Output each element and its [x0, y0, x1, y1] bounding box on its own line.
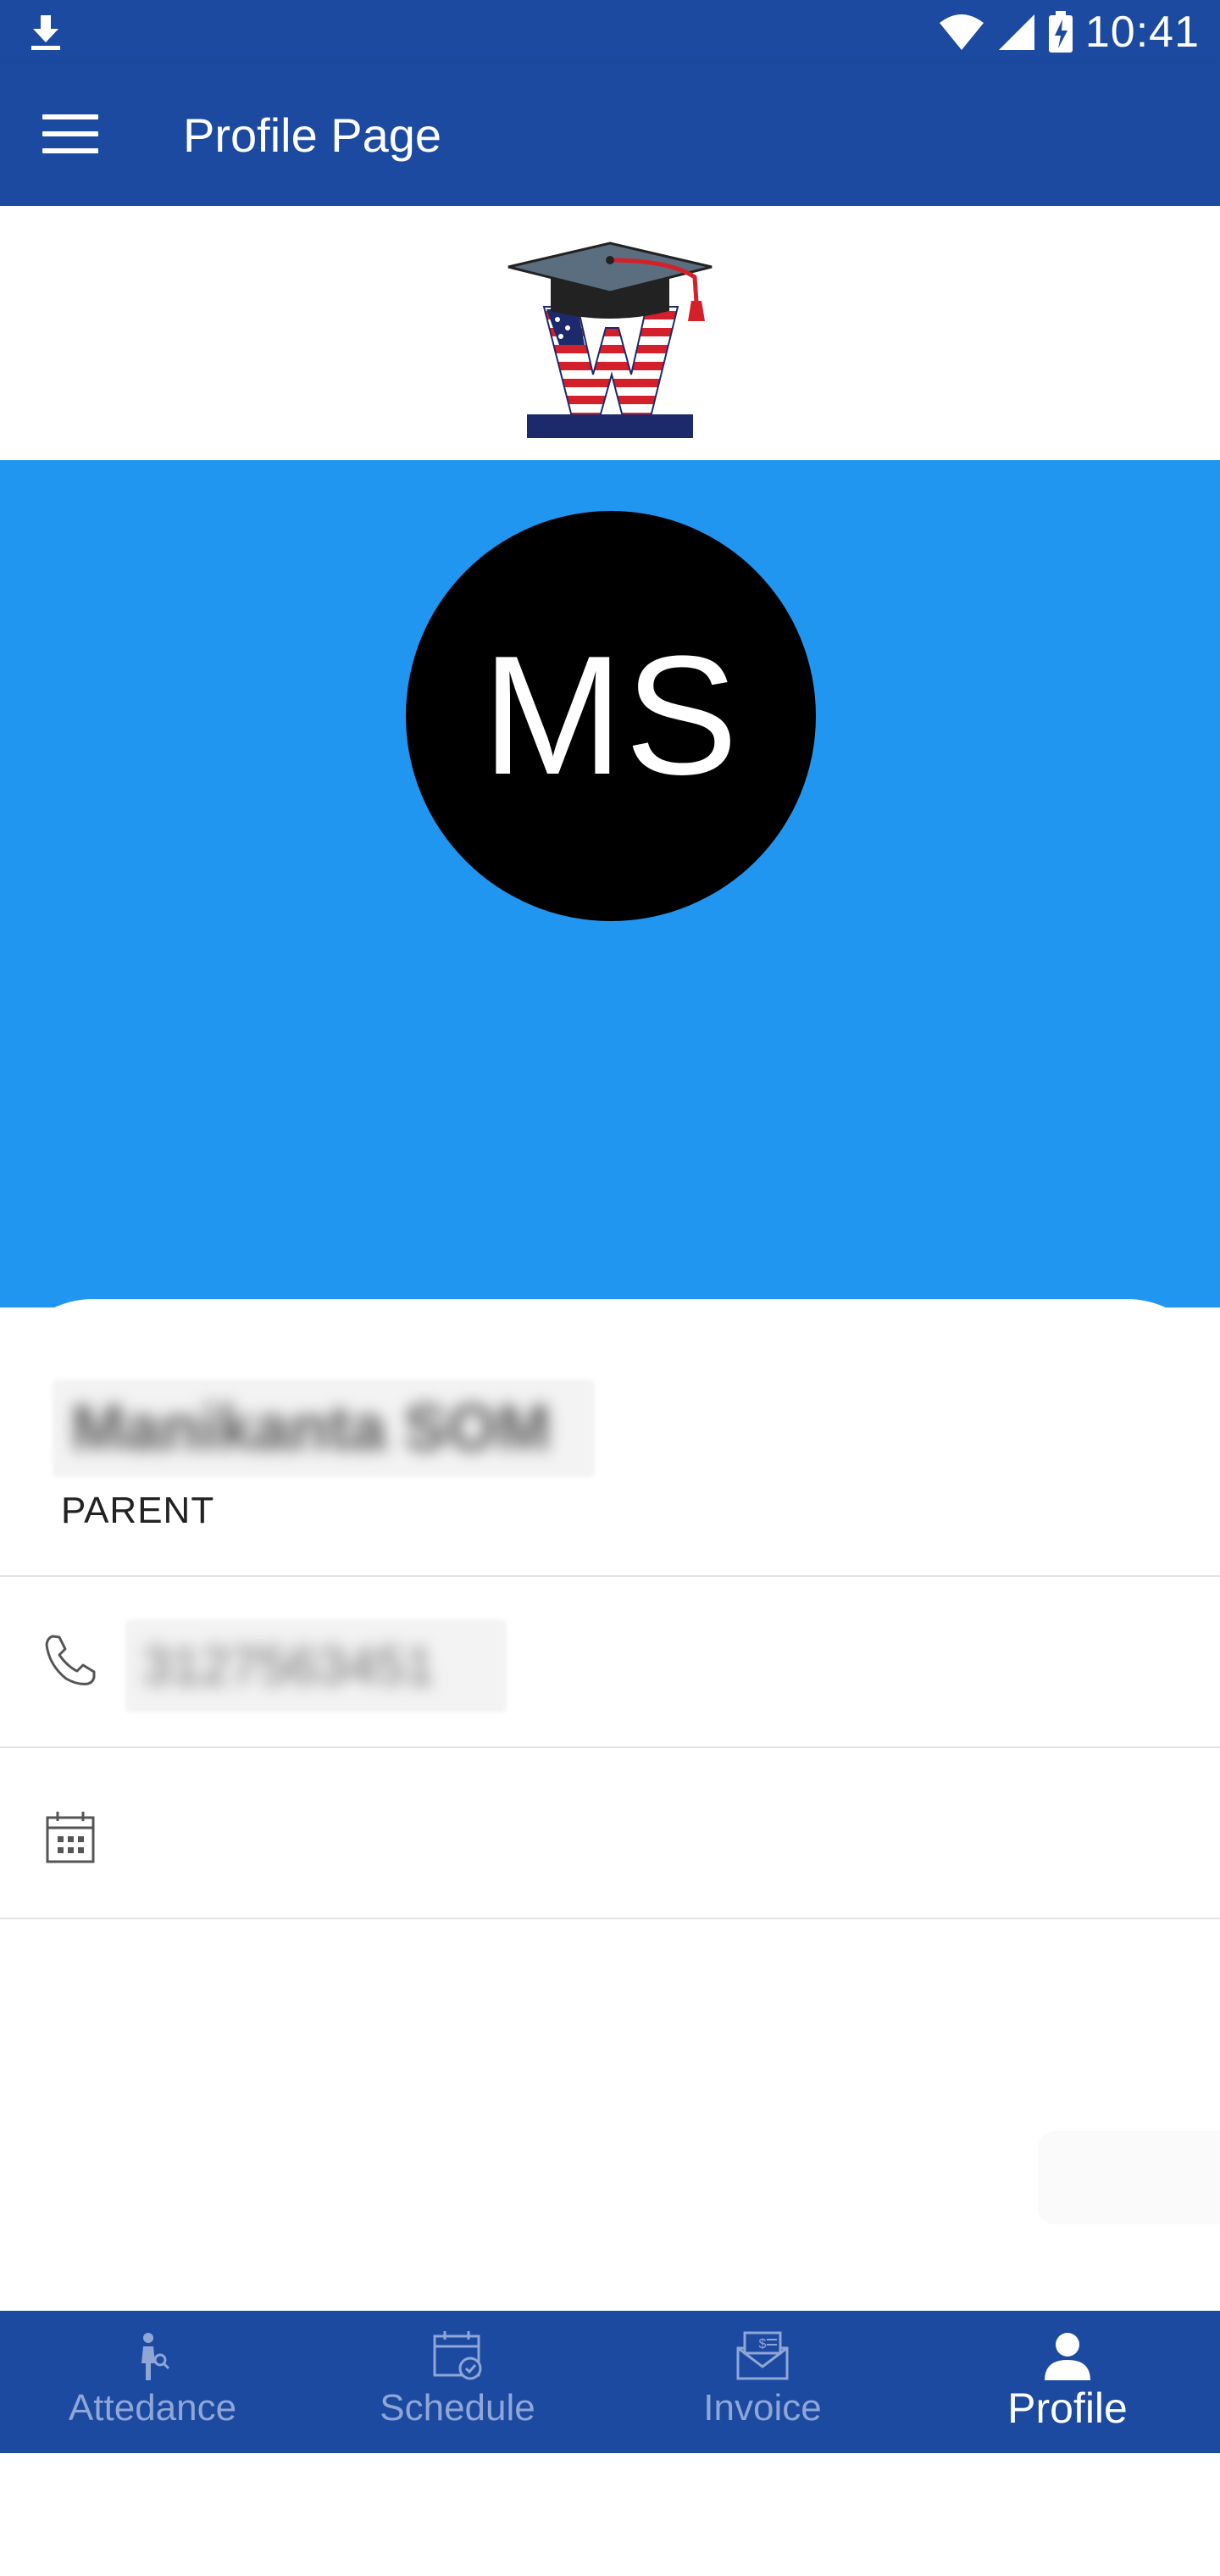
- floating-tab: [1038, 2131, 1220, 2224]
- invoice-icon: $: [736, 2331, 789, 2380]
- nav-profile[interactable]: Profile: [915, 2311, 1220, 2453]
- status-bar: 10:41: [0, 0, 1220, 64]
- logo-area: [0, 206, 1220, 460]
- hamburger-menu-icon[interactable]: [42, 114, 98, 155]
- nav-label: Profile: [1007, 2384, 1128, 2432]
- phone-row: 3127563451: [0, 1577, 1220, 1746]
- avatar: MS: [406, 511, 816, 921]
- profile-name-text: Manikanta SOM: [71, 1392, 551, 1464]
- profile-name: Manikanta SOM: [53, 1380, 595, 1477]
- profile-role: PARENT: [61, 1490, 215, 1531]
- divider: [0, 1918, 1220, 1919]
- wifi-icon: [939, 14, 984, 50]
- nav-label: Attedance: [68, 2387, 237, 2429]
- cell-signal-icon: [998, 14, 1034, 50]
- nav-attendance[interactable]: Attedance: [0, 2311, 305, 2453]
- svg-text:$: $: [759, 2337, 767, 2351]
- dob-row: [0, 1748, 1220, 1918]
- phone-icon: [45, 1635, 96, 1685]
- nav-invoice[interactable]: $ Invoice: [610, 2311, 915, 2453]
- phone-value: 3127563451: [125, 1619, 507, 1713]
- status-icons: 10:41: [938, 0, 1200, 64]
- nav-label: Invoice: [703, 2387, 822, 2429]
- calendar-icon: [46, 1812, 95, 1863]
- nav-label: Schedule: [380, 2387, 535, 2429]
- profile-person-icon: [1045, 2333, 1090, 2380]
- bottom-navigation: Attedance Schedule $ Invoice Profile: [0, 2311, 1220, 2453]
- download-icon: [31, 15, 60, 50]
- battery-charging-icon: [1048, 10, 1073, 53]
- avatar-initials: MS: [482, 621, 740, 810]
- app-bar: Profile Page: [0, 64, 1220, 206]
- status-time: 10:41: [1084, 7, 1200, 57]
- attendance-icon: [141, 2333, 170, 2380]
- nav-schedule[interactable]: Schedule: [305, 2311, 610, 2453]
- profile-card: Manikanta SOM PARENT 3127563451: [0, 1299, 1220, 2316]
- schedule-calendar-icon: [433, 2331, 482, 2380]
- empty-area: [0, 2453, 1220, 2576]
- phone-text: 3127563451: [142, 1636, 435, 1696]
- graduation-cap-logo: [507, 242, 713, 438]
- profile-header: MS: [0, 460, 1220, 1307]
- page-title: Profile Page: [183, 108, 442, 162]
